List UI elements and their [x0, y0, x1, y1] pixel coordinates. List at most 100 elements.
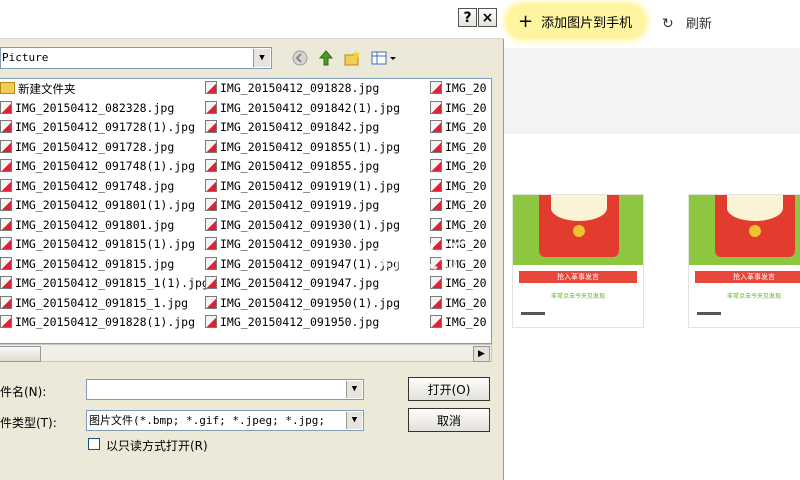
add-picture-label: 添加图片到手机	[541, 16, 633, 31]
file-item[interactable]: IMG_20150412_091815(1).jpg	[0, 237, 209, 257]
file-item[interactable]: IMG_20150412_091828.jpg	[205, 81, 400, 101]
open-button[interactable]: 打开(O)	[408, 377, 490, 401]
folder-item[interactable]: 新建文件夹	[0, 81, 209, 101]
filetype-select[interactable]: 图片文件(*.bmp; *.gif; *.jpeg; *.jpg; ▼	[86, 410, 364, 431]
file-item[interactable]: IMG_20	[430, 315, 487, 335]
help-button[interactable]: ?	[458, 8, 477, 27]
file-name: IMG_20150412_091930.jpg	[220, 237, 380, 251]
readonly-label[interactable]: 以只读方式打开(R)	[106, 437, 208, 454]
image-file-icon	[205, 81, 217, 94]
thumbnail-footer-line	[697, 312, 721, 315]
file-name: IMG_20150412_091855.jpg	[220, 159, 380, 173]
file-list[interactable]: 新建文件夹 IMG_20150412_082328.jpg IMG_20150412…	[0, 78, 492, 344]
file-item[interactable]: IMG_20	[430, 178, 487, 199]
chevron-down-icon[interactable]: ▼	[346, 381, 362, 398]
file-item[interactable]: IMG_20150412_091801.jpg	[0, 217, 209, 238]
file-item[interactable]: IMG_20150412_091842(1).jpg	[205, 100, 401, 121]
file-name: IMG_20150412_091919(1).jpg	[220, 178, 401, 193]
file-item[interactable]: IMG_20	[430, 139, 487, 160]
file-item[interactable]: IMG_20150412_091815_1.jpg	[0, 295, 209, 316]
file-name: IMG_20	[445, 159, 487, 173]
file-item[interactable]: IMG_20150412_091947.jpg	[205, 276, 400, 296]
up-folder-icon[interactable]	[316, 48, 336, 68]
file-item[interactable]: IMG_20150412_091828(1).jpg	[0, 315, 209, 335]
file-item[interactable]: IMG_20	[430, 295, 487, 316]
thumbnail-image	[689, 195, 800, 265]
file-item[interactable]: IMG_20	[430, 198, 487, 218]
horizontal-scrollbar[interactable]: ▶	[0, 344, 492, 362]
image-file-icon	[205, 256, 217, 270]
file-name: IMG_20150412_091815_1(1).jpg	[15, 276, 209, 290]
image-file-icon	[430, 100, 442, 114]
file-item[interactable]: IMG_20150412_091815_1(1).jpg	[0, 276, 209, 296]
image-file-icon	[205, 159, 217, 172]
image-file-icon	[0, 159, 12, 172]
thumbnail-button-text: 抢入革事发言	[695, 271, 800, 283]
image-file-icon	[0, 315, 12, 328]
back-icon[interactable]	[290, 48, 310, 68]
file-item[interactable]: IMG_20150412_091728.jpg	[0, 139, 209, 160]
image-file-icon	[205, 315, 217, 328]
refresh-button[interactable]: ↻ 刷新	[662, 13, 712, 32]
add-picture-to-phone-button[interactable]: + 添加图片到手机	[506, 4, 646, 39]
view-menu-icon[interactable]	[370, 48, 398, 68]
file-item[interactable]: IMG_20150412_091842.jpg	[205, 120, 400, 140]
file-item[interactable]: IMG_20	[430, 276, 487, 296]
image-file-icon	[430, 315, 442, 328]
panel-header-band	[504, 48, 800, 134]
file-item[interactable]: IMG_20	[430, 120, 487, 140]
readonly-checkbox[interactable]	[88, 438, 100, 450]
thumbnail-image	[513, 195, 643, 265]
file-name: IMG_20	[445, 100, 487, 115]
thumbnail-button-text: 抢入革事发言	[519, 271, 637, 283]
file-name: IMG_20	[445, 217, 487, 232]
file-item[interactable]: IMG_20150412_082328.jpg	[0, 100, 209, 121]
file-name: 新建文件夹	[18, 82, 76, 96]
file-item[interactable]: IMG_20150412_091855.jpg	[205, 159, 400, 179]
file-item[interactable]: IMG_20150412_091728(1).jpg	[0, 120, 209, 140]
file-item[interactable]: IMG_20150412_091950(1).jpg	[205, 295, 400, 316]
file-item[interactable]: IMG_20	[430, 81, 487, 101]
scrollbar-thumb[interactable]	[0, 346, 41, 362]
file-item[interactable]: IMG_20150412_091947(1).jpg	[205, 256, 400, 277]
file-item[interactable]: IMG_20150412_091815.jpg	[0, 256, 209, 277]
look-in-dropdown[interactable]: Picture ▼	[0, 47, 272, 69]
filename-input[interactable]: ▼	[86, 379, 364, 400]
image-file-icon	[205, 198, 217, 211]
filetype-label: 件类型(T):	[0, 416, 57, 430]
file-item[interactable]: IMG_20	[430, 100, 487, 121]
cancel-button[interactable]: 取消	[408, 408, 490, 432]
picture-thumbnail[interactable]: 抢入革事发言 非常点击今天见发现	[512, 194, 644, 328]
file-item[interactable]: IMG_20150412_091919.jpg	[205, 198, 400, 218]
image-file-icon	[430, 276, 442, 289]
plus-icon: +	[518, 10, 534, 32]
chevron-down-icon[interactable]: ▼	[346, 412, 362, 429]
file-item[interactable]: IMG_20150412_091950.jpg	[205, 315, 400, 335]
red-envelope-icon	[715, 195, 795, 257]
file-name: IMG_20150412_091919.jpg	[220, 198, 380, 212]
file-item[interactable]: IMG_20150412_091801(1).jpg	[0, 198, 209, 218]
new-folder-icon[interactable]	[342, 48, 362, 68]
file-name: IMG_20150412_091855(1).jpg	[220, 139, 401, 154]
file-item[interactable]: IMG_20150412_091930(1).jpg	[205, 217, 401, 238]
file-item[interactable]: IMG_20150412_091855(1).jpg	[205, 139, 401, 160]
refresh-icon: ↻	[662, 16, 674, 32]
file-name: IMG_20150412_091930(1).jpg	[220, 217, 401, 232]
close-button[interactable]: ×	[478, 8, 497, 27]
file-item[interactable]: IMG_20	[430, 159, 487, 179]
scroll-right-icon[interactable]: ▶	[473, 346, 490, 362]
image-file-icon	[430, 178, 442, 192]
file-name: IMG_20150412_091842(1).jpg	[220, 100, 401, 115]
file-item[interactable]: IMG_20150412_091748.jpg	[0, 178, 209, 199]
image-file-icon	[205, 120, 217, 133]
file-name: IMG_20	[445, 198, 487, 212]
thumbnail-link-text: 非常点击今天见发现	[726, 293, 781, 300]
file-item[interactable]: IMG_20150412_091748(1).jpg	[0, 159, 209, 179]
picture-thumbnail[interactable]: 抢入革事发言 非常点击今天见发现	[688, 194, 800, 328]
file-item[interactable]: IMG_20150412_091930.jpg	[205, 237, 400, 257]
file-name: IMG_20150412_091815(1).jpg	[15, 237, 196, 251]
chevron-down-icon[interactable]: ▼	[253, 49, 270, 67]
image-file-icon	[0, 139, 12, 153]
file-name: IMG_20	[445, 139, 487, 154]
file-item[interactable]: IMG_20150412_091919(1).jpg	[205, 178, 401, 199]
